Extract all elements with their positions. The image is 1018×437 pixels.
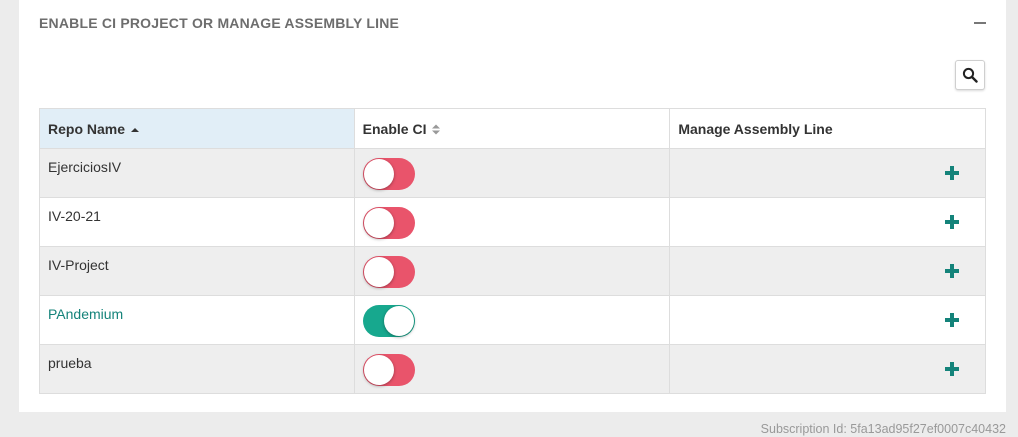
search-button[interactable] <box>955 60 985 90</box>
column-header-repo-name[interactable]: Repo Name <box>39 108 355 149</box>
manage-assembly-line-cell <box>669 344 986 394</box>
enable-ci-toggle[interactable] <box>362 305 415 337</box>
repo-name-cell: EjerciciosIV <box>39 148 355 198</box>
table-row: IV-Project <box>39 246 986 296</box>
manage-assembly-line-cell <box>669 246 986 296</box>
sort-icon <box>432 124 441 135</box>
subscription-id: Subscription Id: 5fa13ad95f27ef0007c4043… <box>760 422 1006 436</box>
repo-name-cell: IV-20-21 <box>39 197 355 247</box>
table-row: PAndemium <box>39 295 986 345</box>
enable-ci-cell <box>353 295 671 345</box>
enable-ci-toggle[interactable] <box>362 256 415 288</box>
enable-ci-cell <box>353 344 671 394</box>
repo-name: IV-Project <box>48 257 109 273</box>
enable-ci-toggle[interactable] <box>362 354 415 386</box>
repo-name-link[interactable]: PAndemium <box>48 306 123 322</box>
toggle-knob <box>363 355 394 385</box>
column-header-label: Enable CI <box>362 120 427 137</box>
repo-name: IV-20-21 <box>48 208 101 224</box>
search-icon <box>962 67 978 83</box>
repo-name-cell: PAndemium <box>39 295 355 345</box>
enable-ci-toggle[interactable] <box>362 207 415 239</box>
enable-ci-cell <box>353 246 671 296</box>
add-assembly-line-icon[interactable] <box>945 264 959 278</box>
add-assembly-line-icon[interactable] <box>945 166 959 180</box>
repo-table: Repo Name Enable CI Manage Assembly Line… <box>39 108 986 394</box>
assembly-line-panel: ENABLE CI PROJECT OR MANAGE ASSEMBLY LIN… <box>19 0 1006 412</box>
repo-name-cell: IV-Project <box>39 246 355 296</box>
toggle-knob <box>363 208 394 238</box>
manage-assembly-line-cell <box>669 295 986 345</box>
enable-ci-toggle[interactable] <box>362 158 415 190</box>
table-row: prueba <box>39 344 986 394</box>
repo-name: EjerciciosIV <box>48 159 122 175</box>
collapse-icon[interactable] <box>974 13 988 31</box>
panel-title: ENABLE CI PROJECT OR MANAGE ASSEMBLY LIN… <box>39 15 400 31</box>
add-assembly-line-icon[interactable] <box>945 215 959 229</box>
sort-ascending-icon <box>131 127 140 132</box>
manage-assembly-line-cell <box>669 197 986 247</box>
column-header-enable-ci[interactable]: Enable CI <box>353 108 671 149</box>
column-header-label: Repo Name <box>48 120 126 137</box>
add-assembly-line-icon[interactable] <box>945 313 959 327</box>
table-row: IV-20-21 <box>39 197 986 247</box>
add-assembly-line-icon[interactable] <box>945 362 959 376</box>
repo-name-cell: prueba <box>39 344 355 394</box>
enable-ci-cell <box>353 197 671 247</box>
toggle-knob <box>363 159 394 189</box>
column-header-label: Manage Assembly Line <box>678 120 833 137</box>
manage-assembly-line-cell <box>669 148 986 198</box>
column-header-manage-assembly-line: Manage Assembly Line <box>669 108 986 149</box>
enable-ci-cell <box>353 148 671 198</box>
table-row: EjerciciosIV <box>39 148 986 198</box>
toggle-knob <box>383 306 414 336</box>
repo-name: prueba <box>48 355 92 371</box>
toggle-knob <box>363 257 394 287</box>
